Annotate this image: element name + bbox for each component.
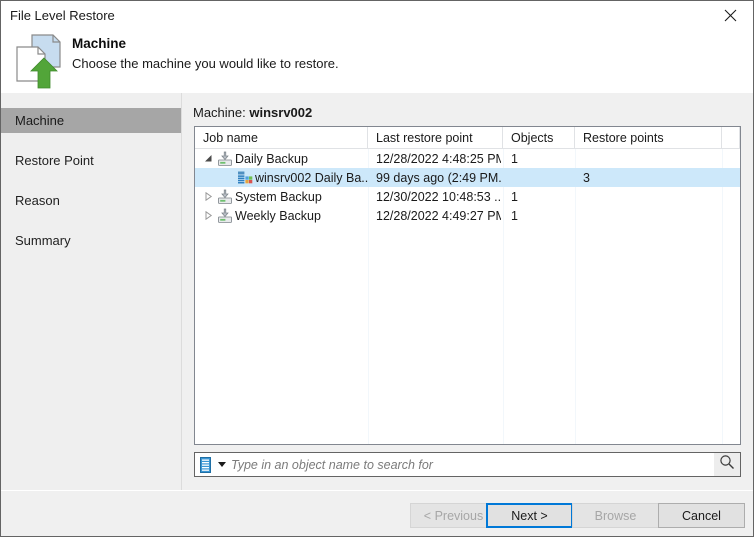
search-bar[interactable] [194,452,741,477]
backup-job-icon [217,151,233,167]
next-button[interactable]: Next > [486,503,573,528]
expand-toggle-icon[interactable] [202,206,214,225]
sidebar-item-machine[interactable]: Machine [1,108,181,133]
cell-job-name: Weekly Backup [217,206,368,225]
table-row[interactable]: winsrv002 Daily Ba... 99 days ago (2:49 P… [195,168,740,187]
machine-caption: Machine: winsrv002 [193,105,312,120]
column-header-last-restore-point[interactable]: Last restore point [368,127,503,149]
previous-button-label: < Previous [423,508,484,523]
page-title: Machine [72,36,127,51]
cell-last-restore-point: 12/30/2022 10:48:53 ... [376,189,501,204]
sidebar-item-label: Restore Point [15,153,94,168]
cancel-button[interactable]: Cancel [658,503,745,528]
cell-restore-points [583,187,720,206]
window-title: File Level Restore [10,8,115,23]
column-header-job-name[interactable]: Job name [195,127,368,149]
cell-restore-points [583,149,720,168]
search-button[interactable] [714,453,740,476]
sidebar-item-label: Machine [15,113,65,128]
column-header-restore-points[interactable]: Restore points [575,127,722,149]
column-header-label: Last restore point [376,131,473,145]
cell-job-name: Daily Backup [217,149,368,168]
column-header-objects[interactable]: Objects [503,127,575,149]
main-content: Machine: winsrv002 Job name Last restore … [183,93,753,490]
close-button[interactable] [708,1,753,30]
cell-job-name: System Backup [217,187,368,206]
cancel-button-label: Cancel [682,508,721,523]
dialog-header: Machine Choose the machine you would lik… [1,31,753,93]
expand-toggle-icon[interactable] [202,187,214,206]
cell-last-restore-point: 99 days ago (2:49 PM... [376,170,501,185]
column-header-label: Job name [203,131,258,145]
job-name-label: Weekly Backup [235,208,321,223]
job-name-label: Daily Backup [235,151,308,166]
cell-objects [511,168,573,187]
next-button-label: Next > [511,508,548,523]
chevron-down-icon[interactable] [215,453,229,476]
job-name-label: System Backup [235,189,322,204]
restore-documents-icon [9,31,67,91]
machine-caption-value: winsrv002 [249,105,313,120]
tree-header-row: Job name Last restore point Objects Restore… [195,127,740,149]
cell-restore-points [583,206,720,225]
previous-button[interactable]: < Previous [410,503,497,528]
cell-objects: 1 [511,189,518,204]
dialog-footer: < Previous Next > Browse Cancel [1,490,753,536]
cell-objects: 1 [511,208,518,223]
cell-restore-points: 3 [583,170,590,185]
page-subtitle: Choose the machine you would like to res… [72,56,339,71]
browse-button-label: Browse [594,508,637,523]
cell-last-restore-point: 12/28/2022 4:48:25 PM [376,151,501,166]
cell-objects: 1 [511,151,518,166]
table-row[interactable]: Weekly Backup 12/28/2022 4:49:27 PM 1 [195,206,740,225]
file-level-restore-dialog: File Level Restore Machine Choose the ma… [0,0,754,537]
sidebar-item-summary[interactable]: Summary [1,228,181,253]
backup-job-icon [217,208,233,224]
search-input[interactable] [229,453,714,476]
cell-last-restore-point: 12/28/2022 4:49:27 PM [376,208,501,223]
sidebar-item-label: Reason [15,193,60,208]
machine-caption-label: Machine: [193,105,246,120]
column-header-spacer[interactable] [722,127,740,149]
cell-job-name: winsrv002 Daily Ba... [237,168,368,187]
sidebar-item-label: Summary [15,233,71,248]
wizard-steps-sidebar: Machine Restore Point Reason Summary [1,93,182,490]
jobs-tree-view[interactable]: Job name Last restore point Objects Restore… [194,126,741,445]
sidebar-item-reason[interactable]: Reason [1,188,181,213]
job-name-label: winsrv002 Daily Ba... [255,170,368,185]
backup-job-icon [217,189,233,205]
table-row[interactable]: System Backup 12/30/2022 10:48:53 ... 1 [195,187,740,206]
table-row[interactable]: Daily Backup 12/28/2022 4:48:25 PM 1 [195,149,740,168]
column-header-label: Restore points [583,131,664,145]
object-type-icon[interactable] [195,453,215,476]
collapse-toggle-icon[interactable] [202,149,214,168]
search-icon [719,454,735,475]
tree-body: Daily Backup 12/28/2022 4:48:25 PM 1 winsrv… [195,149,740,444]
close-icon [724,9,737,22]
machine-icon [237,170,253,186]
browse-button[interactable]: Browse [572,503,659,528]
column-header-label: Objects [511,131,554,145]
title-bar: File Level Restore [1,1,753,31]
sidebar-item-restore-point[interactable]: Restore Point [1,148,181,173]
